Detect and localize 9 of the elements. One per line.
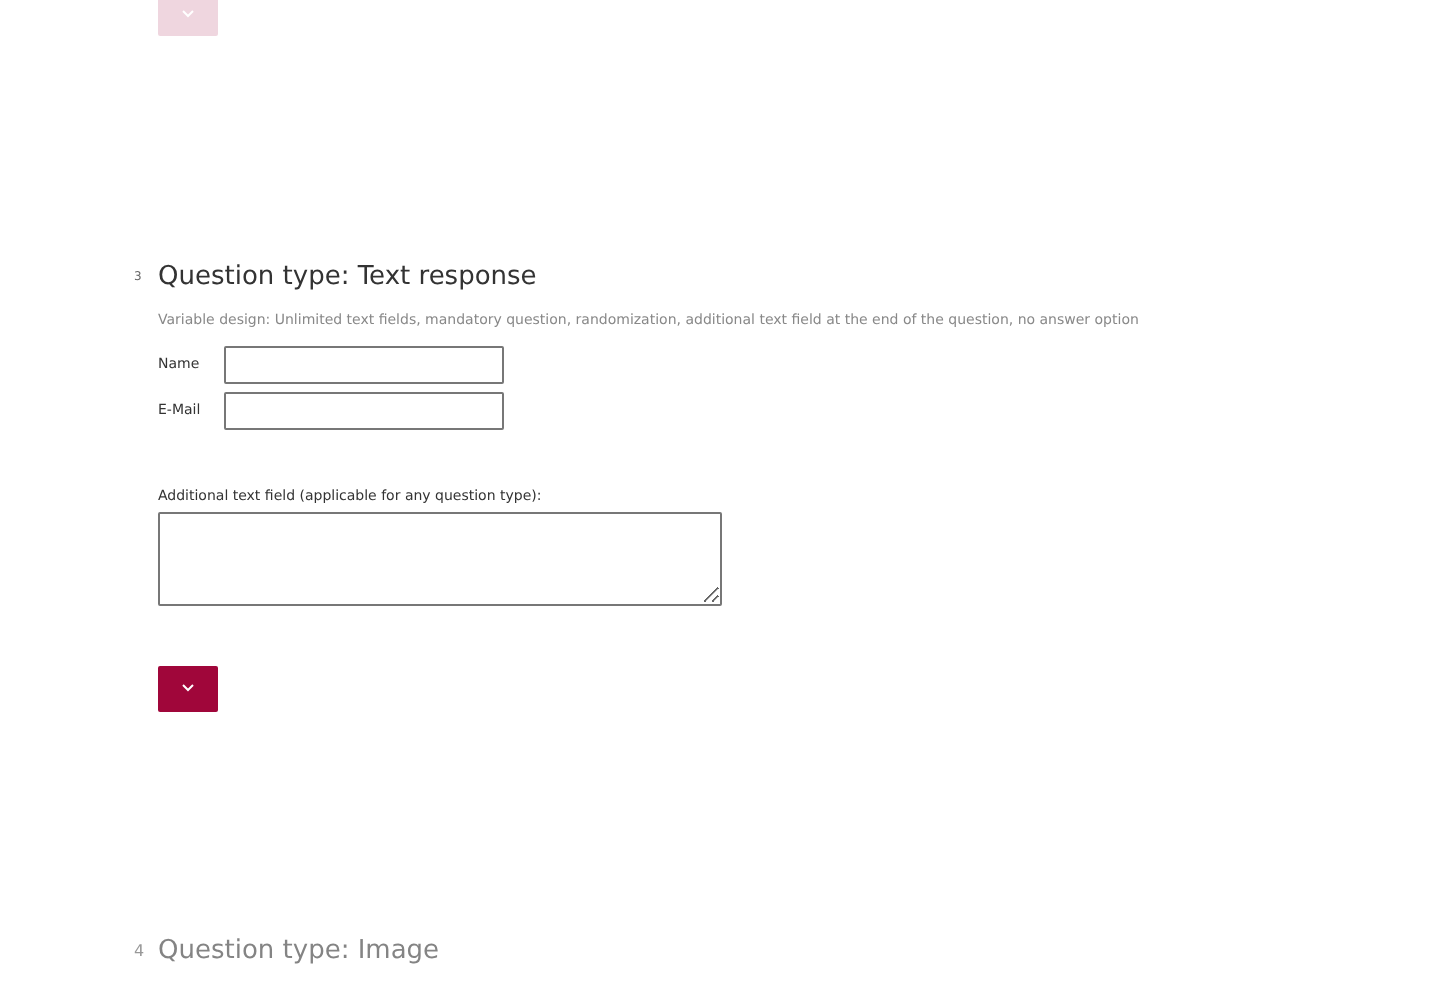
question-title: Question type: Image [158,935,440,967]
text-input-field[interactable] [224,392,504,431]
chevron-down-icon [182,9,194,17]
chevron-down-icon [182,684,194,693]
next-button[interactable] [158,665,218,712]
text-input-field[interactable] [224,346,504,385]
additional-text-field[interactable] [158,511,722,606]
question-number: 4 [134,939,147,964]
question-title: Question type: Text response [158,262,537,294]
